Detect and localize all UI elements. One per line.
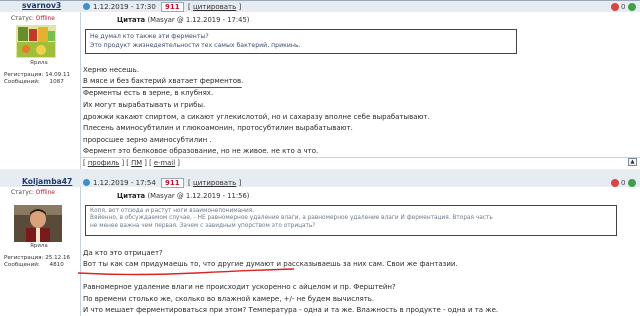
column-divider bbox=[80, 12, 81, 169]
post1-date: 1.12.2019 - 17:30 bbox=[93, 3, 156, 11]
post1-status: Статус: Offline bbox=[11, 16, 55, 22]
post1-quote-box: Не думал кто также эти ферменты? Это про… bbox=[85, 29, 517, 54]
post2-text-line: Да кто это отрицает? bbox=[83, 249, 163, 257]
post1-text-line: Фермент это белковое образование, но не … bbox=[83, 147, 319, 155]
post1-cite-button[interactable]: [ цитировать ] bbox=[188, 3, 241, 11]
post2-cite-button[interactable]: [ цитировать ] bbox=[188, 179, 241, 187]
column-divider bbox=[80, 187, 81, 316]
post2-status: Статус: Offline bbox=[11, 190, 55, 196]
post1-text-line: Херню несешь. bbox=[83, 66, 140, 74]
post1-avatar bbox=[16, 25, 56, 58]
post1-text-line: Ферменты есть в зерне, в клубнях. bbox=[83, 89, 214, 97]
quote-line: Вяйенно, в обсуждаемом случае, - НЕ равн… bbox=[90, 215, 493, 222]
post2-quote-title: Цитата (Masyar @ 1.12.2019 - 11:56) bbox=[117, 192, 250, 200]
post1-quote-title: Цитата (Masyar @ 1.12.2019 - 17:45) bbox=[117, 16, 250, 24]
rate-plus-icon[interactable] bbox=[628, 3, 636, 11]
post2-username[interactable]: Koljamba47 bbox=[22, 177, 72, 186]
scroll-up-icon[interactable]: ▲ bbox=[628, 158, 637, 166]
post2-number[interactable]: 911 bbox=[161, 178, 184, 188]
post2-text-line: И что мешает ферментироваться при этом? … bbox=[83, 306, 499, 314]
pm-link[interactable]: ПМ bbox=[131, 159, 142, 167]
post2-messages: Сообщений: 4810 bbox=[4, 262, 64, 268]
profile-link[interactable]: профиль bbox=[88, 159, 120, 167]
post-icon bbox=[83, 179, 90, 186]
post1-actions-divider bbox=[81, 157, 640, 158]
post1-messages: Сообщений: 1087 bbox=[4, 79, 64, 85]
post1-text-line: дрожжи какают спиртом, а сикают углекисл… bbox=[83, 113, 430, 121]
post1-text-line: Их могут вырабатывать и грибы. bbox=[83, 101, 206, 109]
post1-number[interactable]: 911 bbox=[161, 2, 184, 12]
post2-avatar-caption: Ярила bbox=[30, 243, 48, 249]
quote-line: Не думал кто также эти ферменты? bbox=[90, 33, 209, 40]
quote-line: Это продукт жизнедеятельности тех самых … bbox=[90, 42, 301, 49]
email-link[interactable]: e-mail bbox=[154, 159, 175, 167]
post1-username[interactable]: svarnov3 bbox=[22, 1, 61, 10]
post2-avatar bbox=[14, 205, 62, 242]
rate-minus-icon[interactable] bbox=[611, 3, 619, 11]
red-underline-mark bbox=[77, 268, 295, 276]
post2-registration: Регистрация: 25.12.16 bbox=[4, 255, 71, 261]
rate-minus-icon[interactable] bbox=[611, 179, 619, 187]
post2-text-line: По времени столько же, сколько во влажно… bbox=[83, 295, 375, 303]
post1-rating: 0 bbox=[621, 3, 626, 11]
rate-plus-icon[interactable] bbox=[628, 179, 636, 187]
post2-text-line: Равномерное удаление влаги не происходит… bbox=[83, 283, 396, 291]
post1-avatar-caption: Ярила bbox=[30, 60, 48, 66]
post-icon bbox=[83, 3, 90, 10]
post1-text-line: проросшее зерно аминосубтилин . bbox=[83, 136, 212, 144]
post2-rating: 0 bbox=[621, 179, 626, 187]
post2-date: 1.12.2019 - 17:54 bbox=[93, 179, 156, 187]
post2-quote-box: Копя, вот отсюда и растут ноги взаимонеп… bbox=[85, 205, 617, 236]
post1-text-line: В мясе и без бактерий хватает ферментов. bbox=[83, 77, 244, 85]
post1-text-line: Плесень аминосубтилин и глюкоамонин, про… bbox=[83, 124, 353, 132]
post1-registration: Регистрация: 14.09.11 bbox=[4, 72, 71, 78]
quote-line: не менее важна чем первая. Зачем с завид… bbox=[90, 222, 316, 229]
post1-actions: [ профиль ] [ ПМ ] [ e-mail ] bbox=[83, 159, 180, 167]
